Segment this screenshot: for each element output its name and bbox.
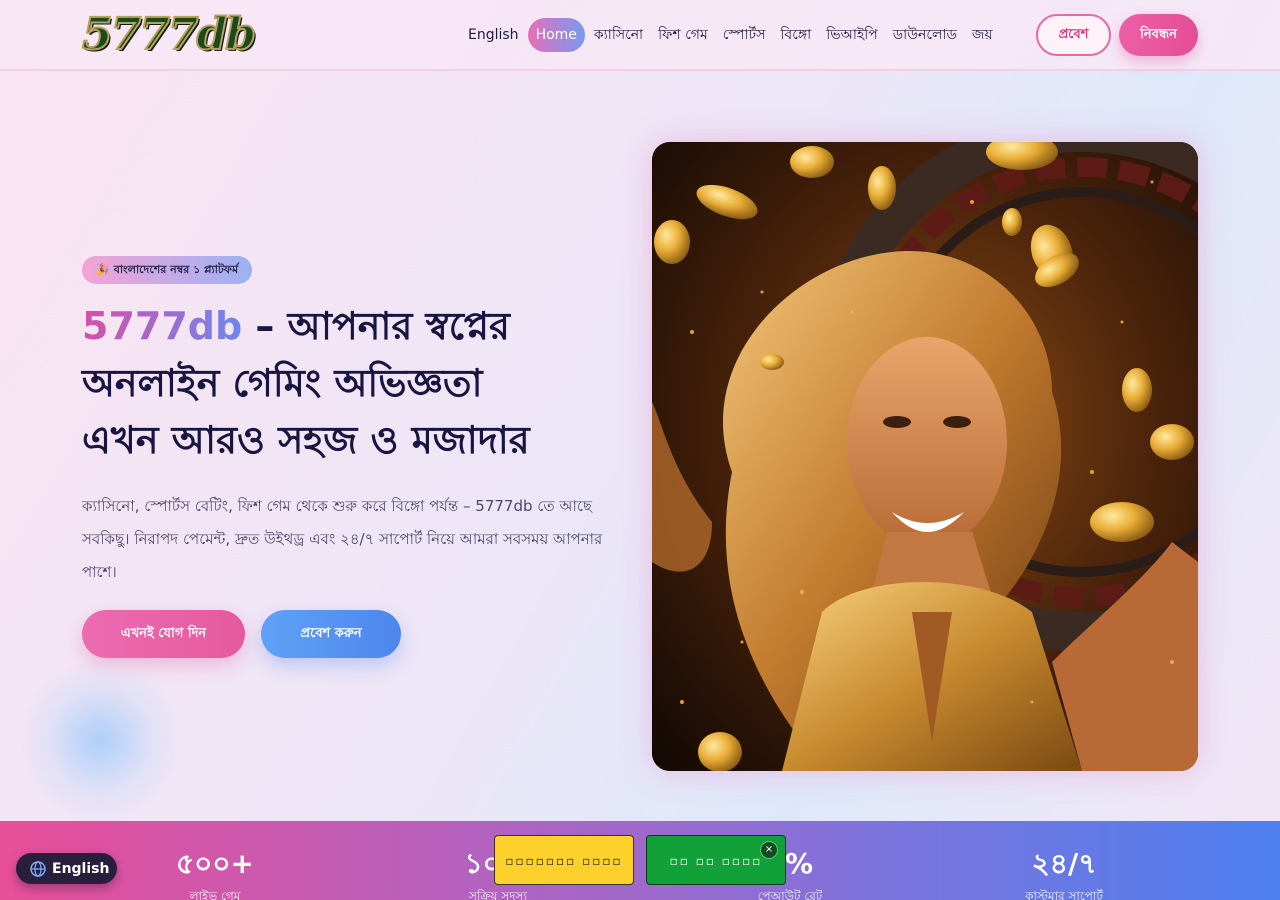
main-nav: English Home ক্যাসিনো ফিশ গেম স্পোর্টস ব… <box>462 18 1002 52</box>
platform-badge: 🎉 বাংলাদেশের নম্বর ১ প্ল্যাটফর্ম <box>82 256 253 284</box>
language-switcher[interactable]: English <box>16 853 117 884</box>
hero-description: ক্যাসিনো, স্পোর্টস বেটিং, ফিশ গেম থেকে শ… <box>82 497 603 581</box>
stat-label: পেআউট রেট <box>757 889 823 900</box>
nav-item-casino[interactable]: ক্যাসিনো <box>588 18 649 52</box>
site-logo[interactable]: 5777db <box>81 6 257 64</box>
nav-item-vip[interactable]: ভিআইপি <box>820 18 884 52</box>
hero-title-brand: 5777db <box>82 304 243 348</box>
floating-yellow-button[interactable]: ▫▫▫▫▫▫▫ ▫▫▫▫ <box>494 835 634 885</box>
hero-image <box>652 142 1198 771</box>
nav-item-win[interactable]: জয় <box>966 18 999 52</box>
nav-item-fish-game[interactable]: ফিশ গেম <box>652 18 714 52</box>
hero-illustration <box>652 142 1198 771</box>
site-header: 5777db English Home ক্যাসিনো ফিশ গেম স্প… <box>0 0 1280 71</box>
login-button[interactable]: প্রবেশ <box>1036 14 1111 56</box>
stat-value: ৫০০+ <box>175 847 255 880</box>
hero-title-line1: – আপনার স্বপ্নের <box>242 304 510 348</box>
nav-item-sports[interactable]: স্পোর্টস <box>717 18 772 52</box>
decorative-glow <box>20 660 180 820</box>
party-popper-icon: 🎉 <box>96 263 110 276</box>
stat-value: ২৪/৭ <box>1031 847 1097 880</box>
nav-item-download[interactable]: ডাউনলোড <box>887 18 963 52</box>
enter-button[interactable]: প্রবেশ করুন <box>261 610 401 658</box>
badge-text: বাংলাদেশের নম্বর ১ প্ল্যাটফর্ম <box>113 263 239 276</box>
language-label: English <box>52 860 110 877</box>
hero-title-line3: এখন আরও সহজ ও মজাদার <box>82 418 530 462</box>
nav-item-bingo[interactable]: বিঙ্গো <box>774 18 817 52</box>
join-now-button[interactable]: এখনই যোগ দিন <box>82 610 245 658</box>
stats-band: ৫০০+ লাইভ গেম ১০ ল সক্রিয় সদস্য ৫% পেআউ… <box>0 821 1280 900</box>
stat-label: কাস্টমার সাপোর্ট <box>1025 889 1103 900</box>
hero-title-line2: অনলাইন গেমিং অভিজ্ঞতা <box>82 361 483 405</box>
stat-customer-support: ২৪/৭ কাস্টমার সাপোর্ট <box>944 841 1184 900</box>
stat-label: সক্রিয় সদস্য <box>469 889 527 900</box>
close-icon[interactable]: × <box>760 841 778 859</box>
globe-icon <box>30 860 46 877</box>
hero-title: 5777db – আপনার স্বপ্নের অনলাইন গেমিং অভি… <box>82 298 622 469</box>
nav-item-english[interactable]: English <box>462 18 525 52</box>
stat-label: লাইভ গেম <box>189 889 241 900</box>
nav-item-home[interactable]: Home <box>527 18 585 52</box>
stat-live-games: ৫০০+ লাইভ গেম <box>95 841 335 900</box>
register-button[interactable]: নিবন্ধন <box>1119 14 1198 56</box>
